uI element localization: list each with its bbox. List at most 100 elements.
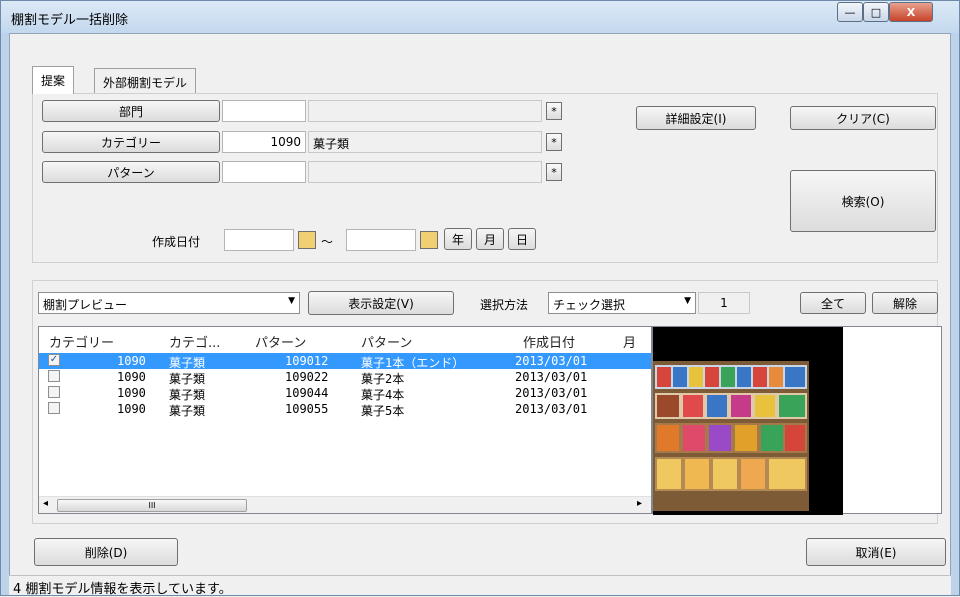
- minimize-icon: —: [844, 5, 856, 19]
- pattern-code-cell: 109044: [285, 386, 329, 400]
- client-area: 提案 外部棚割モデル 部門 * カテゴリー 1090 菓子類 * パターン * …: [9, 33, 951, 589]
- column-header[interactable]: カテゴ...: [169, 332, 220, 351]
- shelf-row-3: [655, 423, 807, 453]
- pattern-asterisk-button[interactable]: *: [546, 163, 562, 181]
- asterisk-icon: *: [551, 104, 557, 118]
- shelf-row-4: [655, 457, 807, 491]
- month-button[interactable]: 月: [476, 228, 504, 250]
- department-button[interactable]: 部門: [42, 100, 220, 122]
- scroll-thumb[interactable]: III: [57, 499, 247, 512]
- release-label: 解除: [892, 296, 917, 311]
- pattern-code-cell: 109012: [285, 354, 329, 368]
- selection-method-label: 選択方法: [480, 298, 529, 312]
- created-date-cell: 2013/03/01: [515, 370, 588, 384]
- date-to-field[interactable]: [346, 229, 416, 251]
- shelf-row-2: [655, 393, 807, 419]
- scroll-left-icon[interactable]: ◂: [43, 498, 48, 509]
- column-header[interactable]: 作成日付: [523, 332, 575, 351]
- asterisk-icon: *: [551, 165, 557, 179]
- row-checkbox[interactable]: ✓: [48, 354, 60, 366]
- column-header[interactable]: パターン: [361, 332, 412, 351]
- pattern-button-label: パターン: [107, 165, 155, 180]
- pattern-button[interactable]: パターン: [42, 161, 220, 183]
- department-code-field[interactable]: [222, 100, 306, 122]
- select-all-label: 全て: [820, 296, 845, 311]
- selected-count-field: 1: [698, 292, 750, 314]
- grip-icon: III: [148, 501, 156, 510]
- column-header[interactable]: パターン: [255, 332, 306, 351]
- clear-label: クリア(C): [836, 111, 890, 126]
- tilde-label: ～: [321, 235, 334, 249]
- table-row[interactable]: 1090 菓子類 109022 菓子2本 2013/03/01: [39, 369, 651, 386]
- app-window: 棚割モデル一括削除 — □ X 提案 外部棚割モデル 部門 * カテゴリー 10…: [0, 0, 960, 597]
- search-button[interactable]: 検索(O): [790, 170, 936, 232]
- category-button-label: カテゴリー: [100, 135, 161, 150]
- selection-method-select[interactable]: チェック選択 ▼: [548, 292, 696, 314]
- chevron-down-icon: ▼: [288, 296, 295, 306]
- detail-settings-label: 詳細設定(I): [665, 111, 727, 126]
- department-button-label: 部門: [118, 104, 143, 119]
- pattern-code-cell: 109022: [285, 370, 329, 384]
- tab-label: 外部棚割モデル: [103, 76, 188, 90]
- model-list[interactable]: カテゴリー カテゴ... パターン パターン 作成日付 月 ✓ 1090 菓子類 10…: [38, 326, 652, 514]
- category-code-cell: 1090: [117, 354, 146, 368]
- cancel-button[interactable]: 取消(E): [806, 538, 946, 566]
- asterisk-icon: *: [551, 135, 557, 149]
- row-checkbox[interactable]: [48, 370, 60, 382]
- created-date-cell: 2013/03/01: [515, 354, 588, 368]
- month-button-label: 月: [483, 232, 496, 247]
- tab-proposal[interactable]: 提案: [32, 66, 75, 94]
- row-checkbox[interactable]: [48, 402, 60, 414]
- department-name-field: [308, 100, 542, 122]
- row-checkbox[interactable]: [48, 386, 60, 398]
- table-row[interactable]: 1090 菓子類 109044 菓子4本 2013/03/01: [39, 385, 651, 402]
- view-select[interactable]: 棚割プレビュー ▼: [38, 292, 300, 314]
- category-name-cell: 菓子類: [169, 404, 206, 418]
- scroll-right-icon[interactable]: ▸: [637, 498, 642, 509]
- year-button-label: 年: [451, 232, 464, 247]
- category-button[interactable]: カテゴリー: [42, 131, 220, 153]
- category-code-cell: 1090: [117, 370, 146, 384]
- status-bar: 4 棚割モデル情報を表示しています。: [9, 575, 951, 597]
- clear-button[interactable]: クリア(C): [790, 106, 936, 130]
- status-text: 4 棚割モデル情報を表示しています。: [13, 582, 232, 597]
- shelf-preview: [652, 326, 942, 515]
- close-icon: X: [906, 5, 916, 19]
- release-button[interactable]: 解除: [872, 292, 938, 314]
- date-from-field[interactable]: [224, 229, 294, 251]
- window-title: 棚割モデル一括削除: [11, 13, 129, 28]
- display-settings-button[interactable]: 表示設定(V): [308, 291, 454, 315]
- select-all-button[interactable]: 全て: [800, 292, 866, 314]
- maximize-button[interactable]: □: [863, 2, 889, 22]
- horizontal-scrollbar[interactable]: ◂ III ▸: [39, 496, 651, 513]
- pattern-name-cell: 菓子5本: [361, 404, 405, 418]
- selection-method-value: チェック選択: [553, 298, 626, 312]
- title-bar[interactable]: 棚割モデル一括削除 — □ X: [1, 1, 959, 33]
- delete-button[interactable]: 削除(D): [34, 538, 178, 566]
- day-button-label: 日: [515, 232, 528, 247]
- pattern-code-field[interactable]: [222, 161, 306, 183]
- category-code-field[interactable]: 1090: [222, 131, 306, 153]
- detail-settings-button[interactable]: 詳細設定(I): [636, 106, 756, 130]
- tab-external-model[interactable]: 外部棚割モデル: [94, 68, 197, 94]
- table-row[interactable]: ✓ 1090 菓子類 109012 菓子1本（エンド） 2013/03/01: [39, 353, 651, 370]
- column-header[interactable]: 月: [623, 332, 636, 351]
- calendar-from-icon[interactable]: [298, 231, 316, 249]
- close-button[interactable]: X: [889, 2, 933, 22]
- delete-label: 削除(D): [84, 545, 128, 560]
- pattern-name-field: [308, 161, 542, 183]
- calendar-to-icon[interactable]: [420, 231, 438, 249]
- list-header: カテゴリー カテゴ... パターン パターン 作成日付 月: [39, 327, 651, 351]
- column-header[interactable]: カテゴリー: [49, 332, 114, 351]
- minimize-button[interactable]: —: [837, 2, 863, 22]
- search-label: 検索(O): [841, 194, 885, 209]
- category-code-cell: 1090: [117, 386, 146, 400]
- category-asterisk-button[interactable]: *: [546, 133, 562, 151]
- department-asterisk-button[interactable]: *: [546, 102, 562, 120]
- year-button[interactable]: 年: [444, 228, 472, 250]
- day-button[interactable]: 日: [508, 228, 536, 250]
- shelf-row-1: [655, 365, 807, 389]
- table-row[interactable]: 1090 菓子類 109055 菓子5本 2013/03/01: [39, 401, 651, 418]
- created-date-cell: 2013/03/01: [515, 402, 588, 416]
- created-date-cell: 2013/03/01: [515, 386, 588, 400]
